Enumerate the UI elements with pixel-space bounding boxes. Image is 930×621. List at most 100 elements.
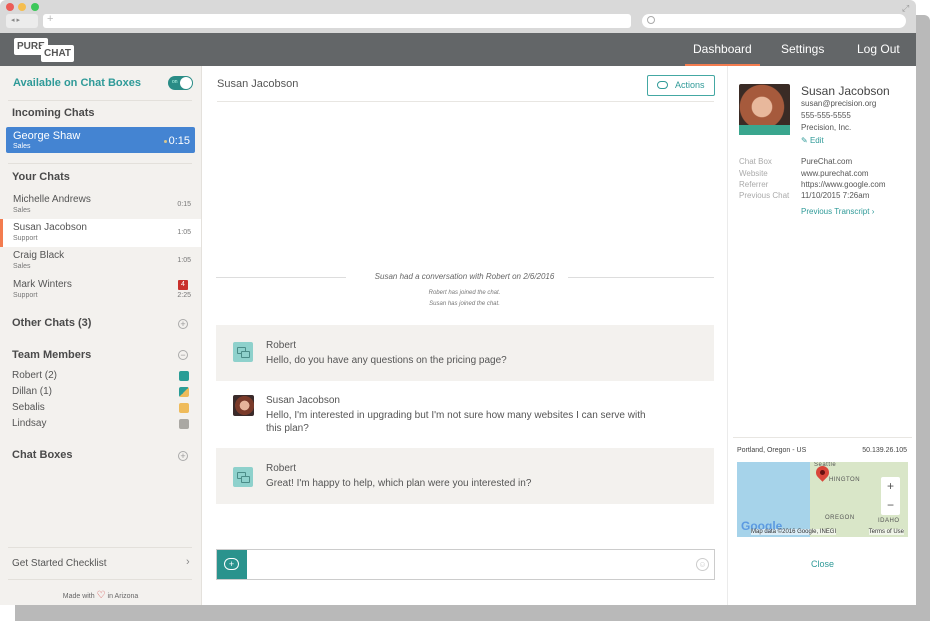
toggle-state: on (172, 79, 178, 85)
chat-name: George Shaw (13, 130, 81, 142)
chat-bubble-icon (657, 81, 668, 89)
chat-dept: Sales (13, 207, 31, 214)
edit-link[interactable]: ✎ Edit (801, 136, 824, 145)
minimize-window-button[interactable] (18, 3, 26, 11)
detail-value: PureChat.com (801, 157, 853, 166)
operator-chat-icon (233, 467, 253, 487)
footer-text: Made with (62, 593, 95, 600)
url-bar[interactable]: + (43, 13, 631, 28)
nav-dashboard[interactable]: Dashboard (685, 42, 760, 67)
previous-transcript-label: Previous Transcript (801, 207, 870, 216)
system-note: Susan has joined the chat. (429, 301, 500, 307)
conversation-note: Susan had a conversation with Robert on … (374, 272, 555, 281)
get-started-checklist[interactable]: Get Started Checklist (12, 558, 106, 569)
chat-dept: Support (13, 235, 38, 242)
previous-transcript-link[interactable]: Previous Transcript › (801, 207, 874, 216)
message-composer: + ☺ (216, 549, 715, 580)
operator-chat-icon (233, 342, 253, 362)
toggle-knob (180, 77, 192, 89)
window-shadow (15, 605, 930, 621)
chat-time: 0:15 (168, 135, 190, 147)
chat-message: Susan Jacobson Hello, I'm interested in … (216, 381, 714, 448)
chat-time: 0:15 (177, 201, 191, 208)
map-zoom-controls: + − (881, 477, 900, 515)
actions-label: Actions (675, 80, 705, 90)
maximize-window-button[interactable] (31, 3, 39, 11)
message-text: Great! I'm happy to help, which plan wer… (266, 478, 532, 489)
chat-list-item[interactable]: Craig Black Sales 1:05 (0, 247, 201, 275)
heart-icon: ♡ (96, 590, 106, 601)
member-color-swatch (179, 387, 189, 397)
back-forward-buttons[interactable]: ◂ ▸ (6, 14, 38, 28)
chat-boxes-title[interactable]: Chat Boxes (12, 449, 73, 461)
incoming-chats-title: Incoming Chats (12, 107, 95, 119)
visitor-location: Portland, Oregon - US (737, 447, 807, 454)
status-dot-icon (163, 139, 167, 143)
zoom-out-button[interactable]: − (881, 496, 900, 515)
member-color-swatch (179, 371, 189, 381)
actions-button[interactable]: Actions (647, 75, 715, 96)
team-member[interactable]: Sebalis (12, 402, 45, 413)
chat-name: Susan Jacobson (13, 222, 87, 233)
add-canned-response-button[interactable]: + (217, 550, 247, 579)
expand-plus-icon[interactable]: + (178, 319, 188, 329)
chat-list-item[interactable]: Michelle Andrews Sales 0:15 (0, 191, 201, 219)
incoming-chat-item[interactable]: George Shaw Sales 0:15 (6, 127, 195, 153)
visitor-phone: 555-555-5555 (801, 111, 851, 120)
detail-value: 11/10/2015 7:26am (801, 191, 870, 200)
chat-panel: Susan Jacobson Actions Susan had a conve… (202, 66, 727, 605)
divider (8, 547, 192, 548)
chat-name: Michelle Andrews (13, 194, 91, 205)
nav-settings[interactable]: Settings (781, 42, 824, 56)
collapse-minus-icon[interactable]: − (178, 350, 188, 360)
message-author: Robert (266, 340, 297, 351)
chat-plus-icon: + (224, 558, 239, 570)
chevron-right-icon[interactable]: › (186, 556, 190, 568)
visitor-photo (739, 84, 790, 135)
chat-message: Robert Great! I'm happy to help, which p… (216, 448, 714, 504)
message-author: Robert (266, 463, 297, 474)
map-label: OREGON (825, 515, 855, 521)
visitor-ip: 50.139.26.105 (862, 447, 907, 454)
divider (8, 579, 192, 580)
zoom-in-button[interactable]: + (881, 477, 900, 496)
search-icon (647, 16, 655, 24)
chat-timer: 0:15 (163, 135, 190, 147)
top-navigation: PURE CHAT Dashboard Settings Log Out (0, 33, 916, 67)
chat-time: 2:25 (177, 292, 191, 299)
detail-key: Previous Chat (739, 191, 790, 200)
close-button[interactable]: Close (728, 559, 916, 569)
availability-toggle[interactable]: on (168, 76, 193, 90)
emoji-icon[interactable]: ☺ (696, 558, 709, 571)
new-tab-icon[interactable]: + (47, 13, 53, 25)
your-chats-title: Your Chats (12, 171, 70, 183)
footer-text: in Arizona (107, 593, 139, 600)
message-input[interactable] (247, 550, 687, 579)
divider (217, 101, 714, 102)
pencil-icon: ✎ (801, 136, 810, 145)
team-member[interactable]: Dillan (1) (12, 386, 52, 397)
sidebar: Available on Chat Boxes on Incoming Chat… (0, 66, 202, 605)
fullscreen-icon[interactable]: ⤢ (902, 3, 909, 14)
browser-window: ◂ ▸ + ⤢ PURE CHAT Dashboard Settings Log… (0, 0, 916, 605)
chat-list-item[interactable]: Mark Winters Support 4 2:25 (0, 276, 201, 304)
visitor-email: susan@precision.org (801, 99, 877, 108)
team-members-title[interactable]: Team Members (12, 349, 91, 361)
team-member[interactable]: Robert (2) (12, 370, 57, 381)
detail-value: https://www.google.com (801, 180, 886, 189)
expand-plus-icon[interactable]: + (178, 451, 188, 461)
other-chats-title[interactable]: Other Chats (3) (12, 317, 91, 329)
browser-chrome: ◂ ▸ + ⤢ (0, 0, 916, 33)
logo-text: CHAT (41, 45, 75, 62)
chat-name: Mark Winters (13, 279, 72, 290)
divider (8, 100, 192, 101)
divider (733, 437, 912, 438)
detail-value: www.purechat.com (801, 169, 869, 178)
team-member[interactable]: Lindsay (12, 418, 46, 429)
location-map[interactable]: Seattle HINGTON OREGON IDAHO + − Google … (737, 462, 908, 537)
nav-logout[interactable]: Log Out (857, 42, 900, 56)
close-window-button[interactable] (6, 3, 14, 11)
chat-list-item[interactable]: Susan Jacobson Support 1:05 (0, 219, 201, 247)
browser-search-bar[interactable] (642, 14, 906, 28)
map-terms-link[interactable]: Terms of Use (868, 529, 904, 535)
